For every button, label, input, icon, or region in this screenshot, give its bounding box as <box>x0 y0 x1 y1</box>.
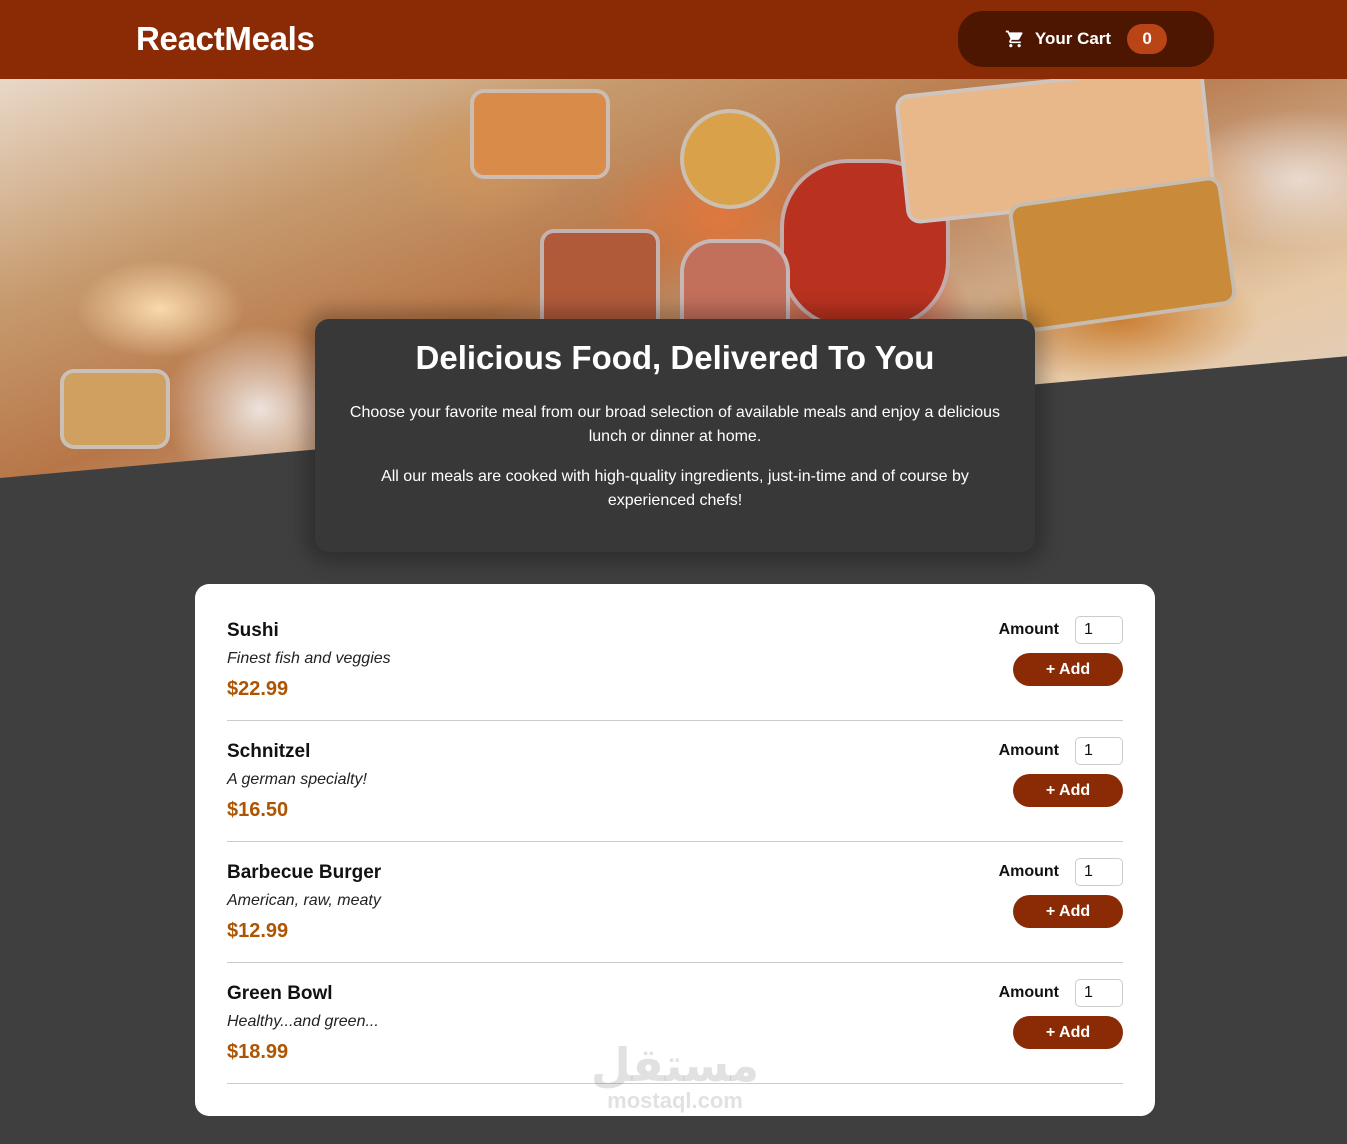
meal-item: Green Bowl Healthy...and green... $18.99… <box>227 963 1123 1084</box>
amount-label: Amount <box>998 984 1059 1001</box>
meal-price: $12.99 <box>227 920 289 942</box>
amount-label: Amount <box>998 742 1059 759</box>
cart-label: Your Cart <box>1034 29 1112 48</box>
app-header: ReactMeals Your Cart 0 <box>0 0 1347 79</box>
add-button[interactable]: + Add <box>1013 774 1123 807</box>
amount-input[interactable] <box>1075 737 1123 765</box>
meal-description: A german specialty! <box>227 771 367 788</box>
meal-price: $16.50 <box>227 799 289 821</box>
meals-list: Sushi Finest fish and veggies $22.99 Amo… <box>195 584 1155 1116</box>
summary-card: Delicious Food, Delivered To You Choose … <box>315 319 1035 552</box>
cart-icon <box>1005 30 1023 48</box>
meal-name: Sushi <box>227 620 279 641</box>
amount-input[interactable] <box>1075 616 1123 644</box>
meal-description: American, raw, meaty <box>227 892 381 909</box>
amount-label: Amount <box>998 863 1059 880</box>
meal-name: Green Bowl <box>227 983 333 1004</box>
add-button[interactable]: + Add <box>1013 1016 1123 1049</box>
amount-input[interactable] <box>1075 858 1123 886</box>
meal-name: Schnitzel <box>227 741 311 762</box>
amount-label: Amount <box>998 621 1059 638</box>
meal-description: Healthy...and green... <box>227 1013 379 1030</box>
meal-item: Sushi Finest fish and veggies $22.99 Amo… <box>227 600 1123 721</box>
summary-paragraph-2: All our meals are cooked with high-quali… <box>381 468 969 509</box>
meal-price: $18.99 <box>227 1041 289 1063</box>
cart-count-badge: 0 <box>1127 24 1168 54</box>
add-button[interactable]: + Add <box>1013 653 1123 686</box>
meal-item: Barbecue Burger American, raw, meaty $12… <box>227 842 1123 963</box>
add-button[interactable]: + Add <box>1013 895 1123 928</box>
summary-paragraph-1: Choose your favorite meal from our broad… <box>349 404 1001 445</box>
amount-input[interactable] <box>1075 979 1123 1007</box>
summary-title: Delicious Food, Delivered To You <box>415 339 935 376</box>
meal-price: $22.99 <box>227 678 289 700</box>
meal-description: Finest fish and veggies <box>227 650 391 667</box>
brand-title: ReactMeals <box>136 20 315 57</box>
cart-button[interactable]: Your Cart 0 <box>958 11 1214 67</box>
meal-name: Barbecue Burger <box>227 862 382 883</box>
meal-item: Schnitzel A german specialty! $16.50 Amo… <box>227 721 1123 842</box>
